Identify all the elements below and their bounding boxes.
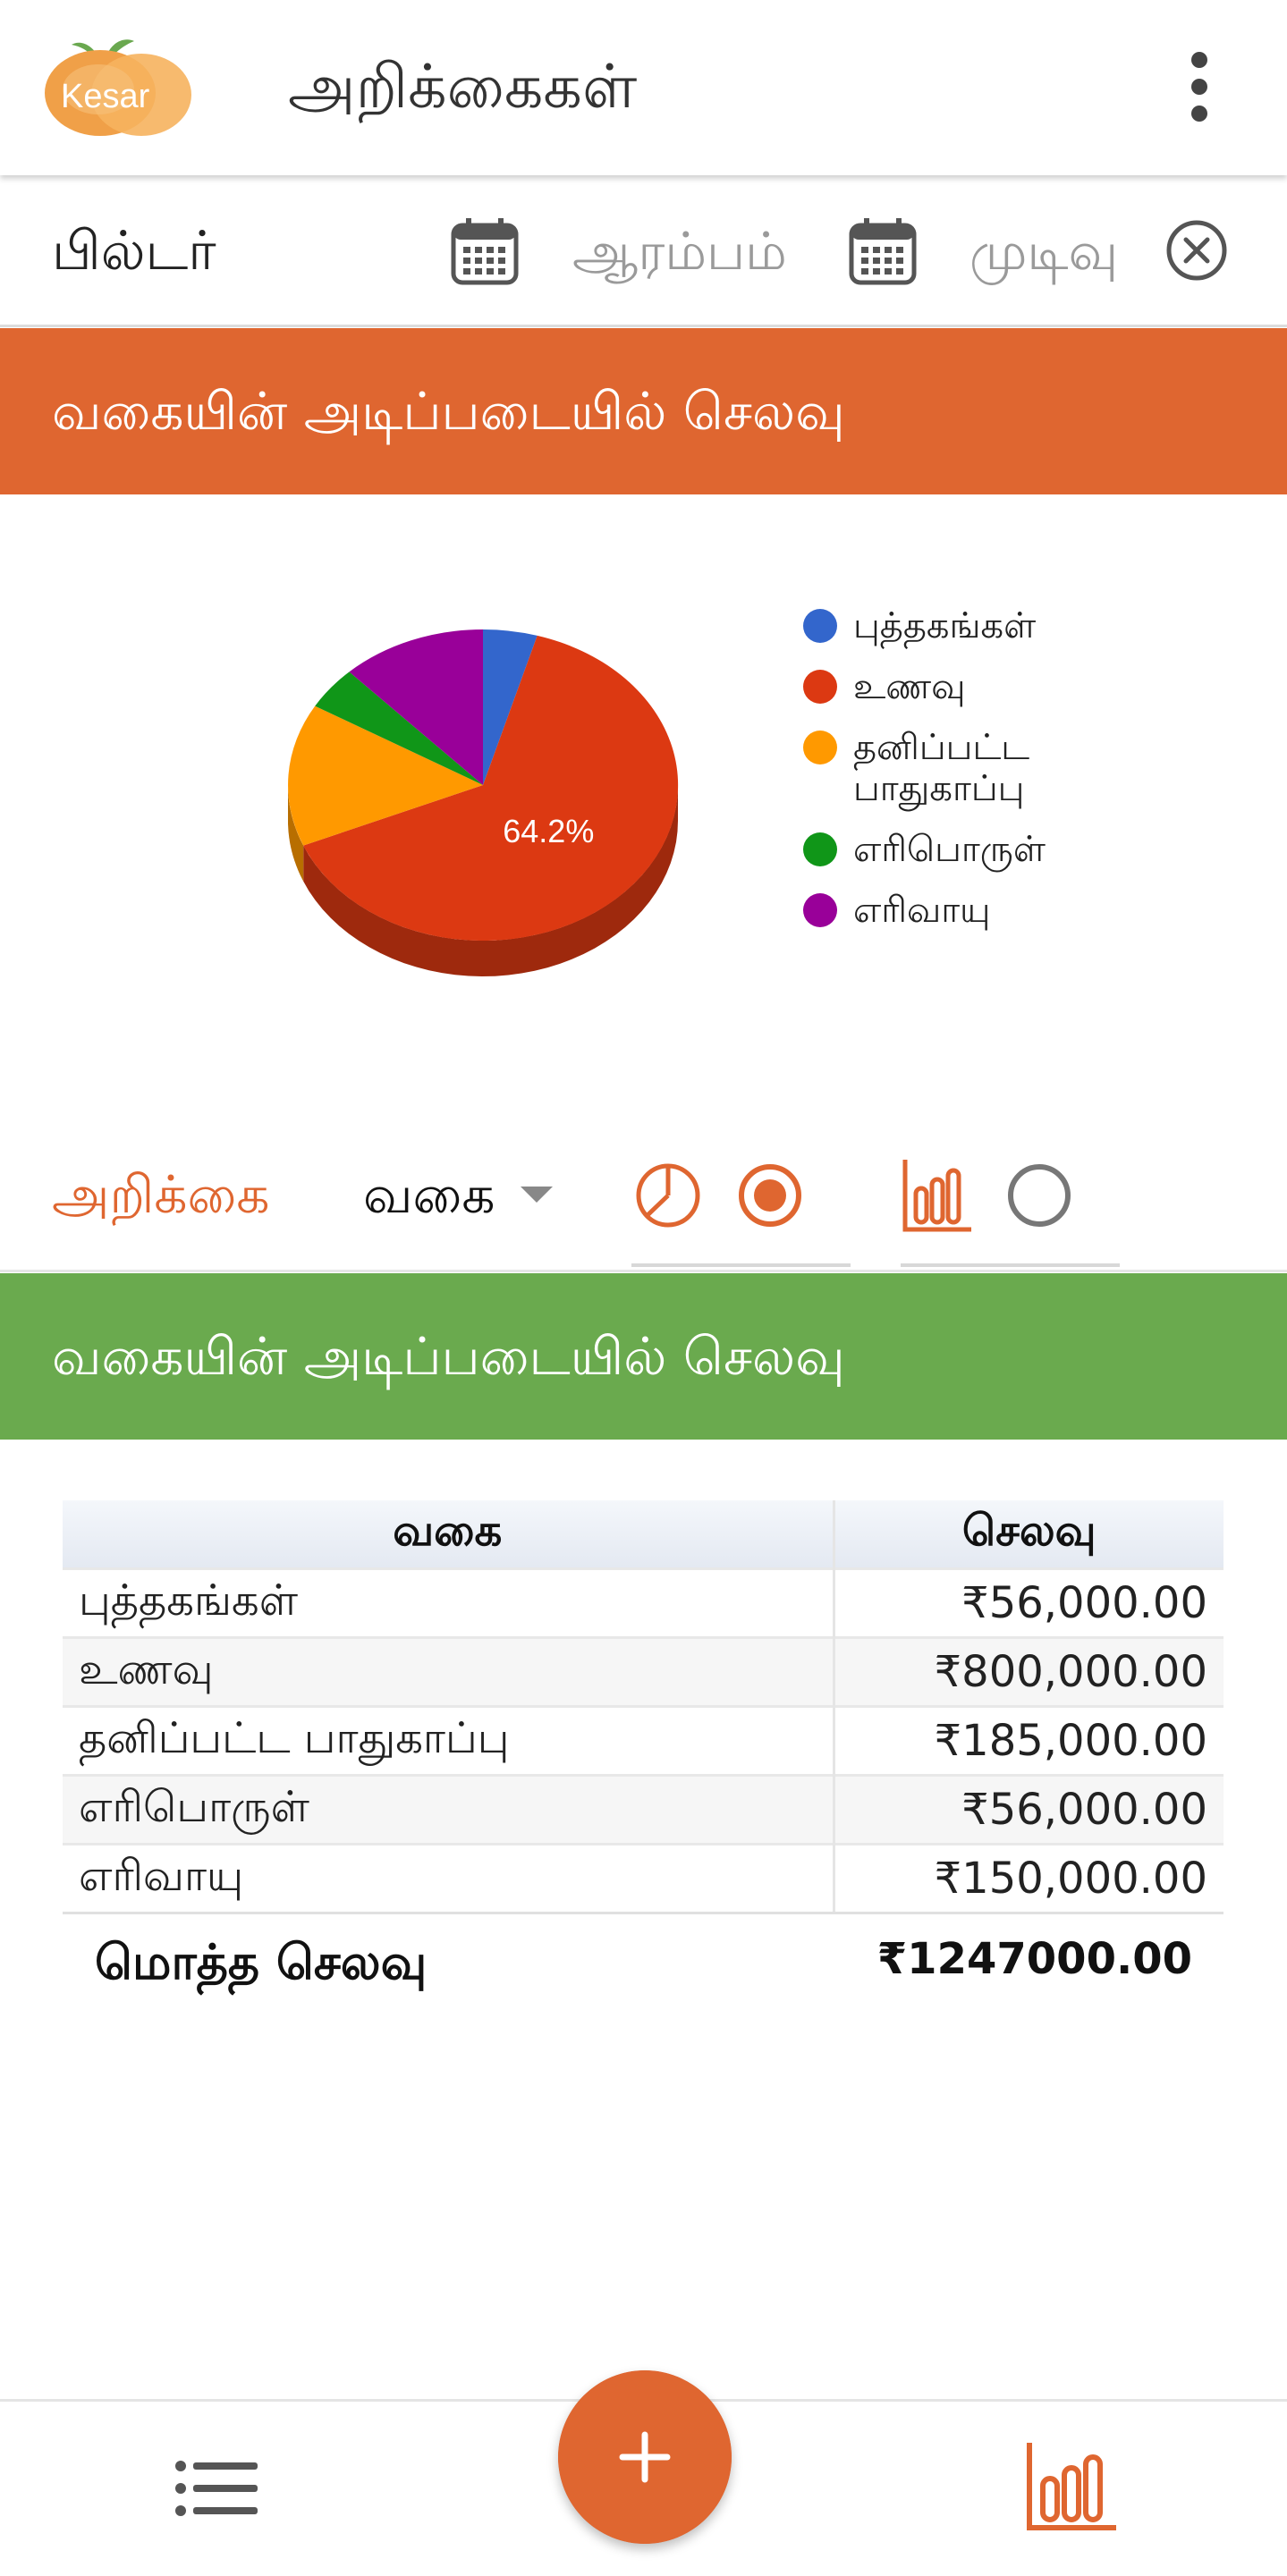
legend-swatch bbox=[803, 609, 837, 643]
legend-swatch bbox=[803, 670, 837, 704]
row-category: உணவு bbox=[63, 1635, 835, 1706]
column-header-expense: செலவு bbox=[834, 1500, 1223, 1568]
more-vert-icon[interactable] bbox=[1177, 46, 1222, 127]
report-label: அறிக்கை bbox=[52, 1164, 270, 1225]
table-row[interactable]: எரிபொருள் ₹56,000.00 bbox=[63, 1773, 1223, 1844]
page-title: அறிக்கைகள் bbox=[288, 52, 638, 122]
pie-option-radio-selected[interactable] bbox=[736, 1161, 804, 1229]
table-section-header: வகையின் அடிப்படையில் செலவு bbox=[0, 1273, 1287, 1440]
legend-item[interactable]: தனிப்பட்ட பாதுகாப்பு bbox=[803, 727, 1113, 809]
legend-label: தனிப்பட்ட பாதுகாப்பு bbox=[853, 727, 1030, 809]
app-bar: Kesar அறிக்கைகள் bbox=[0, 0, 1287, 175]
legend-label: உணவு bbox=[853, 666, 966, 707]
legend-swatch bbox=[803, 893, 837, 927]
start-calendar-icon[interactable] bbox=[450, 216, 520, 286]
legend-item[interactable]: புத்தகங்கள் bbox=[803, 605, 1113, 646]
row-category: எரிபொருள் bbox=[63, 1773, 835, 1844]
chart-legend: புத்தகங்கள் உணவு தனிப்பட்ட பாதுகாப்பு எரிபொ… bbox=[803, 605, 1113, 950]
row-category: புத்தகங்கள் bbox=[63, 1567, 835, 1637]
report-type-dropdown[interactable]: வகை bbox=[363, 1163, 553, 1226]
row-category: தனிப்பட்ட பாதுகாப்பு bbox=[63, 1704, 835, 1775]
row-amount: ₹185,000.00 bbox=[834, 1704, 1223, 1775]
chart-section-header: வகையின் அடிப்படையில் செலவு bbox=[0, 328, 1287, 494]
expense-table: வகை செலவு புத்தகங்கள் ₹56,000.00 உணவு ₹8… bbox=[63, 1500, 1223, 1914]
pie-chart-option-icon[interactable] bbox=[634, 1161, 702, 1229]
row-amount: ₹56,000.00 bbox=[834, 1567, 1223, 1637]
filter-label: பில்டர் bbox=[52, 220, 216, 283]
list-icon[interactable] bbox=[175, 2461, 258, 2516]
end-calendar-icon[interactable] bbox=[848, 216, 918, 286]
bar-option-radio-unselected[interactable] bbox=[1005, 1161, 1073, 1229]
row-amount: ₹800,000.00 bbox=[834, 1635, 1223, 1706]
table-header-row: வகை செலவு bbox=[63, 1500, 1223, 1568]
legend-swatch bbox=[803, 832, 837, 866]
legend-label: எரிவாயு bbox=[853, 890, 991, 931]
legend-item[interactable]: எரிவாயு bbox=[803, 890, 1113, 931]
legend-swatch bbox=[803, 731, 837, 764]
legend-label: எரிபொருள் bbox=[853, 829, 1046, 870]
bar-chart-option-icon[interactable] bbox=[902, 1156, 973, 1233]
add-button[interactable] bbox=[558, 2370, 732, 2544]
filter-bar: பில்டர் ஆரம்பம் முடிவு bbox=[0, 175, 1287, 327]
total-value: ₹1247000.00 bbox=[876, 1934, 1192, 1984]
column-header-category: வகை bbox=[63, 1500, 835, 1568]
table-row[interactable]: புத்தகங்கள் ₹56,000.00 bbox=[63, 1567, 1223, 1637]
row-amount: ₹150,000.00 bbox=[834, 1842, 1223, 1914]
row-amount: ₹56,000.00 bbox=[834, 1773, 1223, 1844]
bar-chart-icon[interactable] bbox=[1025, 2439, 1120, 2532]
row-category: எரிவாயு bbox=[63, 1842, 835, 1914]
pie-data-label: 64.2% bbox=[503, 813, 594, 849]
start-date-field[interactable]: ஆரம்பம் bbox=[572, 220, 787, 283]
report-selector-row: அறிக்கை வகை bbox=[0, 1120, 1287, 1272]
logo-text: Kesar bbox=[61, 78, 150, 115]
pie-option-underline bbox=[631, 1263, 851, 1267]
dropdown-caret-icon bbox=[520, 1187, 553, 1203]
close-circle-icon[interactable] bbox=[1164, 218, 1229, 283]
pie-chart[interactable]: 64.2% bbox=[134, 494, 814, 1120]
report-type-value: வகை bbox=[363, 1164, 495, 1225]
pie-chart-panel: 64.2% புத்தகங்கள் உணவு தனிப்பட்ட பாதுகாப்ப… bbox=[0, 494, 1287, 1120]
table-row[interactable]: எரிவாயு ₹150,000.00 bbox=[63, 1842, 1223, 1914]
legend-item[interactable]: உணவு bbox=[803, 666, 1113, 707]
legend-label: புத்தகங்கள் bbox=[853, 605, 1037, 646]
table-row[interactable]: தனிப்பட்ட பாதுகாப்பு ₹185,000.00 bbox=[63, 1704, 1223, 1775]
end-date-field[interactable]: முடிவு bbox=[969, 220, 1118, 283]
app-logo: Kesar bbox=[45, 39, 191, 136]
legend-item[interactable]: எரிபொருள் bbox=[803, 829, 1113, 870]
total-label: மொத்த செலவு bbox=[95, 1934, 428, 1990]
table-row[interactable]: உணவு ₹800,000.00 bbox=[63, 1635, 1223, 1706]
bar-option-underline bbox=[901, 1263, 1120, 1267]
